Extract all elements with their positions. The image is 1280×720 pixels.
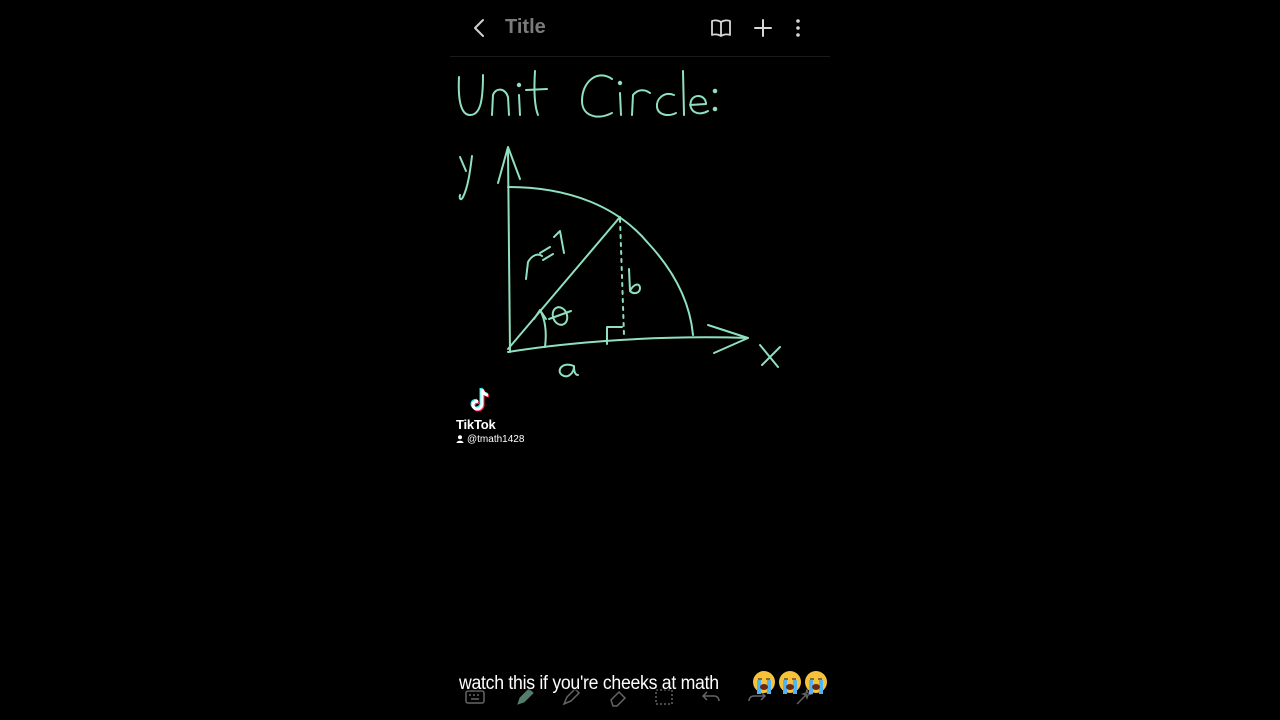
- back-button[interactable]: [466, 14, 494, 42]
- video-caption: watch this if you're cheeks at math: [459, 673, 719, 694]
- more-vert-icon: [796, 19, 800, 37]
- label-theta: [548, 306, 572, 326]
- label-r-equals-1: [525, 230, 565, 280]
- label-a: [558, 363, 579, 378]
- note-title[interactable]: Title: [505, 16, 546, 39]
- tiktok-username-text: @tmath1428: [467, 434, 525, 445]
- app-top-bar: Title: [450, 0, 830, 57]
- tiktok-username: @tmath1428: [456, 434, 524, 445]
- label-y: [458, 155, 473, 201]
- plus-icon: [754, 19, 772, 37]
- book-icon: [711, 19, 731, 37]
- user-icon: [456, 435, 464, 443]
- label-x: [759, 344, 781, 368]
- unit-circle-arc: [507, 186, 694, 336]
- tiktok-brand-text: TikTok: [456, 417, 496, 432]
- label-b: [628, 268, 641, 295]
- radius-line: [507, 216, 621, 350]
- x-axis-arrowhead: [707, 324, 749, 354]
- loudly-crying-emoji-icon: [753, 671, 827, 694]
- back-chevron-icon: [474, 19, 484, 37]
- angle-arc-arrow: [533, 309, 547, 320]
- dotted-height-b: [619, 218, 625, 336]
- note-app-screen: Title TikTok @tmath1428 watch this if yo…: [450, 0, 830, 720]
- reading-mode-button[interactable]: [707, 14, 735, 42]
- x-axis: [507, 336, 749, 353]
- heading-unit-circle: [457, 70, 718, 118]
- add-page-button[interactable]: [749, 14, 777, 42]
- handwritten-drawing: [457, 70, 781, 378]
- y-axis: [507, 150, 511, 353]
- handwriting-canvas[interactable]: TikTok @tmath1428: [450, 57, 830, 677]
- more-options-button[interactable]: [784, 14, 812, 42]
- tiktok-logo-icon: [470, 387, 490, 412]
